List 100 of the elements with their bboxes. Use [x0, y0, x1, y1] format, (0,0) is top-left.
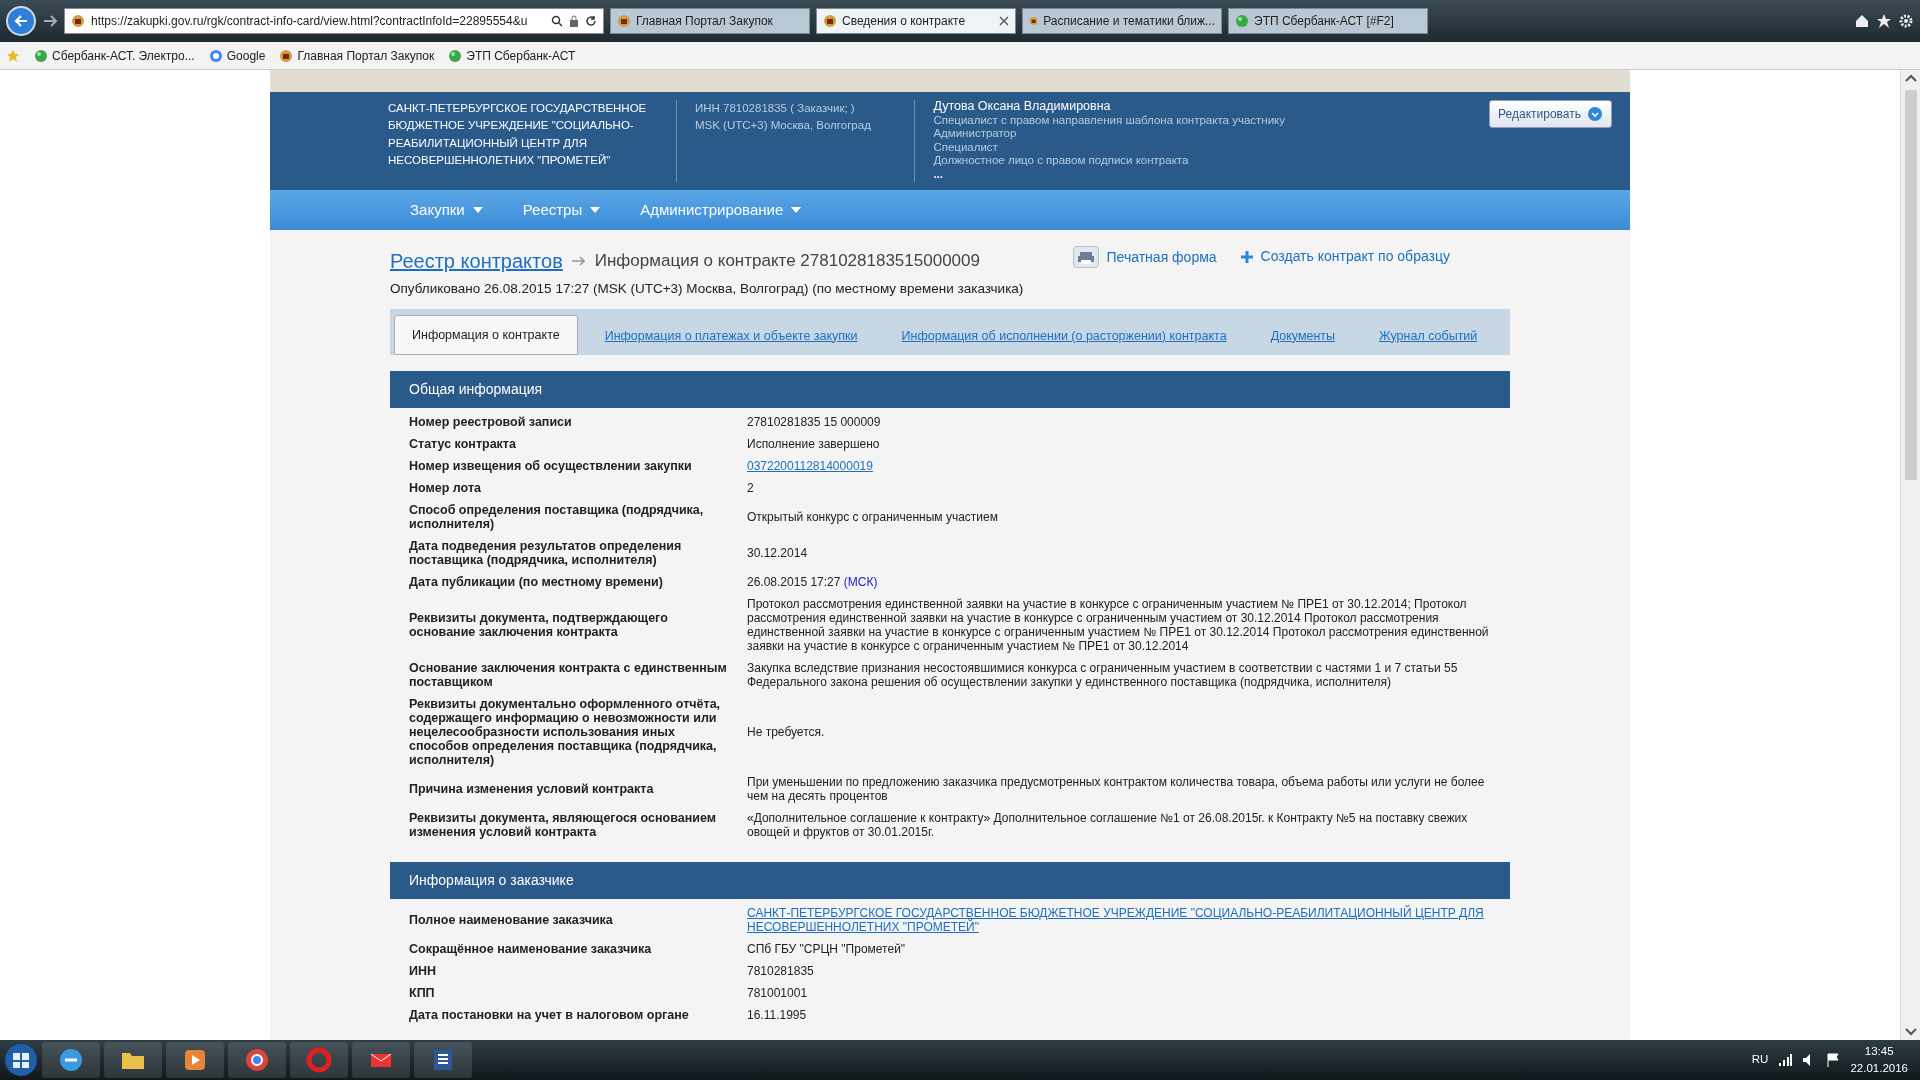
field-label: Реквизиты документально оформленного отчёта, содержащего информацию о невозможности или нецелесообразности использования иных способов определения поставщика (подрядчика, исполнителя) — [408, 697, 722, 768]
flag-icon[interactable] — [1826, 1053, 1841, 1067]
forward-arrow-icon[interactable] — [42, 14, 58, 28]
field-value: 26.08.2015 17:27 — [747, 575, 841, 590]
field-link[interactable]: 0372200112814000019 — [747, 459, 1510, 474]
timezone-text: MSK (UTC+3) Москва, Волгоград — [694, 118, 872, 134]
language-indicator[interactable]: RU — [1751, 1051, 1769, 1069]
field-value: СПб ГБУ "СРЦН "Прометей" — [747, 942, 907, 957]
user-role: Должностное лицо с правом подписи контракта — [933, 154, 1190, 168]
favorite-link[interactable]: ЭТП Сбербанк-АСТ — [448, 46, 576, 65]
star-icon[interactable] — [1876, 13, 1892, 29]
ring-icon[interactable] — [305, 1046, 333, 1074]
field-label: Реквизиты документа, являющегося основанием изменения условий контракта — [408, 811, 717, 840]
user-role: Специалист — [933, 140, 999, 154]
url-text: https://zakupki.gov.ru/rgk/contract-info-card/view.html?contractInfoId=22895554&u — [91, 13, 529, 30]
clock-date[interactable]: 22.01.2016 — [1850, 1060, 1908, 1078]
dropdown-icon — [1587, 106, 1603, 122]
field-value: 16.11.1995 — [747, 1008, 808, 1023]
favorite-link[interactable]: Сбербанк-АСТ. Электро... — [34, 46, 195, 65]
user-name: Дутова Оксана Владимировна — [933, 100, 1112, 114]
back-button[interactable] — [6, 6, 36, 36]
clock-time[interactable]: 13:45 — [1850, 1042, 1908, 1060]
field-label: ИНН — [408, 964, 438, 979]
field-label: Статус контракта — [408, 437, 517, 452]
settings-icon[interactable] — [1898, 13, 1914, 29]
site-emblem-icon — [1029, 14, 1039, 28]
field-value: 781001001 — [747, 986, 809, 1001]
page-tab[interactable]: Информация о контракте — [394, 314, 578, 356]
more-text: ... — [933, 167, 944, 181]
breadcrumb-link[interactable]: Реестр контрактов — [390, 246, 563, 276]
field-value: 27810281835 15 000009 — [747, 415, 882, 430]
browser-tab[interactable]: Сведения о контракте — [816, 8, 1016, 34]
plus-icon — [1240, 250, 1253, 263]
field-label: Реквизиты документа, подтверждающего основание заключения контракта — [408, 611, 669, 640]
page-tab[interactable]: Информация об исполнении (о расторжении) контракта — [884, 316, 1244, 356]
field-value: 30.12.2014 — [747, 546, 809, 561]
favorite-link[interactable]: Google — [208, 46, 266, 65]
page-tab[interactable]: Информация о платежах и объекте закупки — [587, 316, 875, 356]
timezone-link[interactable]: (МСК) — [843, 575, 878, 590]
favorite-link[interactable]: Главная Портал Закупок — [279, 46, 435, 65]
search-icon[interactable] — [551, 15, 563, 27]
printer-icon — [1072, 246, 1099, 268]
user-role: Администратор — [933, 127, 1018, 141]
round-logo-icon[interactable] — [243, 1046, 271, 1074]
org-name: САНКТ-ПЕТЕРБУРГСКОЕ ГОСУДАРСТВЕННОЕ БЮДЖЕТНОЕ УЧРЕЖДЕНИЕ "СОЦИАЛЬНО-РЕАБИЛИТАЦИОННЫЙ ЦЕНТР ДЛЯ НЕСОВЕРШЕННОЛЕТНИХ "ПРОМЕТЕЙ" — [388, 101, 648, 168]
back-arrow-icon — [14, 15, 28, 27]
field-value: «Дополнительное соглашение к контракту» Дополнительное соглашение №1 от 26.08.2015г. к Контракту №5 на поставку свежих овощей и фруктов от 30.01.2015г. — [747, 811, 1469, 840]
site-emblem-icon — [617, 14, 631, 28]
close-icon[interactable] — [999, 16, 1009, 26]
action-link[interactable]: Создать контракт по образцу — [1260, 246, 1450, 267]
field-label: Сокращённое наименование заказчика — [408, 942, 653, 957]
field-value: Протокол рассмотрения единственной заявки на участие в конкурсе с ограниченным участием № ПРЕ1 от 30.12.2014; Протокол рассмотрения единственной заявки на участие в конкурсе с ограниченным участием от 30.12.2014 Протокол рассмотрения единственной заявки на участие в конкурсе с ограниченным участием № ПРЕ1 от 30.12.2014 Протокол рассмотрения единственной заявки на участие в конкурсе с ограниченным участием № ПРЕ1 от 30.12.2014 — [747, 597, 1490, 654]
caret-icon — [791, 207, 802, 213]
field-label: Номер извещения об осуществлении закупки — [408, 459, 693, 474]
field-label: Дата подведения результатов определения поставщика (подрядчика, исполнителя) — [408, 539, 683, 568]
field-value: Исполнение завершено — [747, 437, 881, 452]
site-emblem-icon — [279, 48, 294, 63]
inn-text: ИНН 7810281835 ( Заказчик; ) — [694, 101, 856, 116]
field-label: Способ определения поставщика (подрядчика, исполнителя) — [408, 503, 705, 532]
browser-tab[interactable]: Расписание и тематики ближ... — [1022, 8, 1222, 34]
ball-icon — [34, 48, 48, 63]
breadcrumb-current: Информация о контракте 2781028183515000009 — [594, 250, 980, 273]
page-tab[interactable]: Документы — [1253, 316, 1353, 356]
scroll-down-icon[interactable] — [1904, 1028, 1917, 1036]
start-button-icon[interactable] — [4, 1043, 38, 1077]
field-value: Открытый конкурс с ограниченным участием — [747, 510, 999, 525]
field-value: 2 — [747, 481, 755, 496]
favorites-star-icon[interactable] — [6, 48, 20, 63]
browser-tab[interactable]: Главная Портал Закупок — [610, 8, 810, 34]
caret-icon — [590, 207, 601, 213]
edit-button[interactable]: Редактировать — [1489, 100, 1612, 128]
field-label: Причина изменения условий контракта — [408, 782, 655, 797]
scrollbar-thumb[interactable] — [1904, 90, 1917, 480]
field-label: Дата публикации (по местному времени) — [408, 575, 664, 590]
site-emblem-icon — [823, 14, 837, 28]
caret-icon — [472, 207, 483, 213]
field-value: При уменьшении по предложению заказчика предусмотренных контрактом количества товара, объема работы или услуги не более чем на десять процентов — [747, 775, 1486, 804]
field-label: Основание заключения контракта с единственным поставщиком — [408, 661, 728, 690]
home-icon[interactable] — [1854, 13, 1870, 29]
section-header: Общая информация — [390, 371, 1510, 409]
site-emblem-icon — [71, 14, 85, 28]
field-link[interactable]: САНКТ-ПЕТЕРБУРГСКОЕ ГОСУДАРСТВЕННОЕ БЮДЖЕТНОЕ УЧРЕЖДЕНИЕ "СОЦИАЛЬНО-РЕАБИЛИТАЦИОННЫЙ ЦЕНТР ДЛЯ НЕСОВЕРШЕННОЛЕТНИХ "ПРОМЕТЕЙ" — [747, 906, 1510, 935]
network-icon[interactable] — [1778, 1053, 1793, 1067]
field-label: Номер реестровой записи — [408, 415, 573, 430]
published-text: Опубликовано 26.08.2015 17:27 (MSK (UTC+3) Москва, Волгоград) (по местному времени заказчика) — [390, 280, 1024, 298]
scroll-up-icon[interactable] — [1904, 74, 1917, 82]
arrow-right-icon — [570, 255, 587, 267]
field-label: Полное наименование заказчика — [408, 913, 614, 928]
lock-icon — [569, 15, 579, 27]
page-tab[interactable]: Журнал событий — [1362, 316, 1495, 356]
action-link[interactable]: Печатная форма — [1106, 246, 1217, 268]
section-header: Информация о заказчике — [390, 862, 1510, 900]
user-role: Специалист с правом направления шаблона контракта участнику — [933, 113, 1286, 127]
field-value: 7810281835 — [747, 964, 815, 979]
browser-tab[interactable]: ЭТП Сбербанк-АСТ [#F2] — [1228, 8, 1428, 34]
address-bar[interactable]: https://zakupki.gov.ru/rgk/contract-info-card/view.html?contractInfoId=22895554&u — [64, 8, 604, 34]
ball-icon — [448, 48, 463, 63]
field-value: Не требуется. — [747, 725, 826, 740]
refresh-icon[interactable] — [585, 15, 597, 27]
field-label: КПП — [408, 986, 436, 1001]
